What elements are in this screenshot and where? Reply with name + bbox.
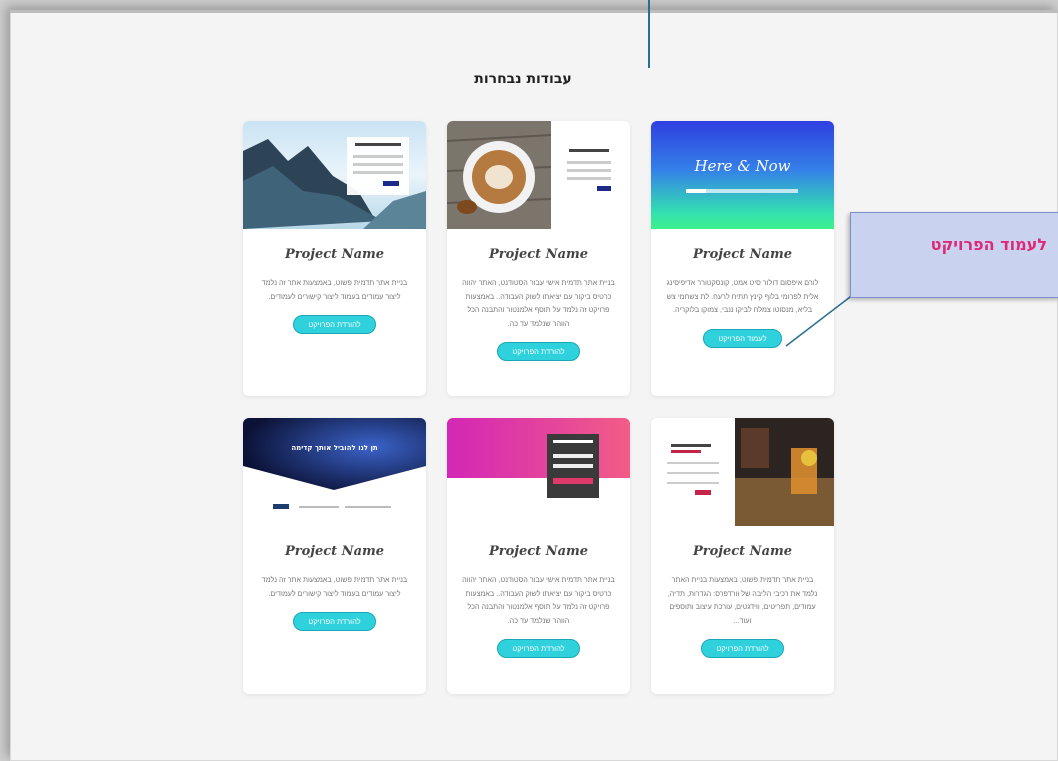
top-border xyxy=(10,10,1058,13)
project-card-1: Project Name בניית אתר תדמית פשוט, באמצע… xyxy=(243,121,426,396)
download-project-button[interactable]: להורדת הפרויקט xyxy=(293,612,376,631)
project-card-4: תן לנו להוביל אותך קדימה Project Name בנ… xyxy=(243,418,426,694)
project-name: Project Name xyxy=(488,247,589,262)
project-description: לורם איפסום דולור סיט אמט, קונסקטורר אדי… xyxy=(666,278,819,314)
landing-illustration xyxy=(243,418,426,509)
mountain-form-thumbnail[interactable] xyxy=(243,121,426,229)
project-card-3: Here & Now Project Name לורם איפסום דולו… xyxy=(651,121,834,396)
annotation-pointer-line xyxy=(648,0,650,68)
callout-box: לעמוד הפרויקט xyxy=(850,212,1058,298)
project-name: Project Name xyxy=(284,247,385,262)
callout-label: לעמוד הפרויקט xyxy=(930,235,1047,254)
project-card-6: Project Name בניית אתר תדמית פשוט, באמצע… xyxy=(651,418,834,694)
dark-landing-thumbnail[interactable]: תן לנו להוביל אותך קדימה xyxy=(243,418,426,526)
coffee-illustration xyxy=(447,121,611,229)
project-card-5: Project Name בניית אתר תדמית אישי עבור ה… xyxy=(447,418,630,694)
project-description: בניית אתר תדמית אישי עבור הסטודנט, האתר … xyxy=(462,575,615,625)
download-project-button[interactable]: להורדת הפרויקט xyxy=(701,639,784,658)
project-description: בניית אתר תדמית פשוט, באמצעות אתר זה נלמ… xyxy=(261,278,408,301)
pink-illustration xyxy=(447,418,630,498)
pink-form-thumbnail[interactable] xyxy=(447,418,630,526)
mountain-illustration xyxy=(243,137,426,229)
project-description: בניית אתר תדמית פשוט, באמצעות בניית האתר… xyxy=(667,575,818,625)
project-description: בניית אתר תדמית פשוט, באמצעות אתר זה נלמ… xyxy=(261,575,408,598)
section-title: עבודות נבחרות xyxy=(474,71,572,87)
download-project-button[interactable]: להורדת הפרויקט xyxy=(293,315,376,334)
bar-photo-thumbnail[interactable] xyxy=(651,418,834,526)
project-name: Project Name xyxy=(488,544,589,559)
project-name: Project Name xyxy=(692,247,793,262)
thumbnail-headline: תן לנו להוביל אותך קדימה xyxy=(291,444,378,452)
download-project-button[interactable]: להורדת הפרויקט xyxy=(497,639,580,658)
bar-illustration xyxy=(667,418,834,526)
project-name: Project Name xyxy=(692,544,793,559)
project-card-2: Project Name בניית אתר תדמית אישי עבור ה… xyxy=(447,121,630,396)
download-project-button[interactable]: להורדת הפרויקט xyxy=(497,342,580,361)
coffee-form-thumbnail[interactable] xyxy=(447,121,630,229)
project-page-button[interactable]: לעמוד הפרויקט xyxy=(703,328,782,348)
form-fields-illustration xyxy=(686,189,798,193)
project-description: בניית אתר תדמית אישי עבור הסטודנט, האתר … xyxy=(462,278,615,328)
project-name: Project Name xyxy=(284,544,385,559)
here-and-now-thumbnail[interactable]: Here & Now xyxy=(651,121,834,229)
